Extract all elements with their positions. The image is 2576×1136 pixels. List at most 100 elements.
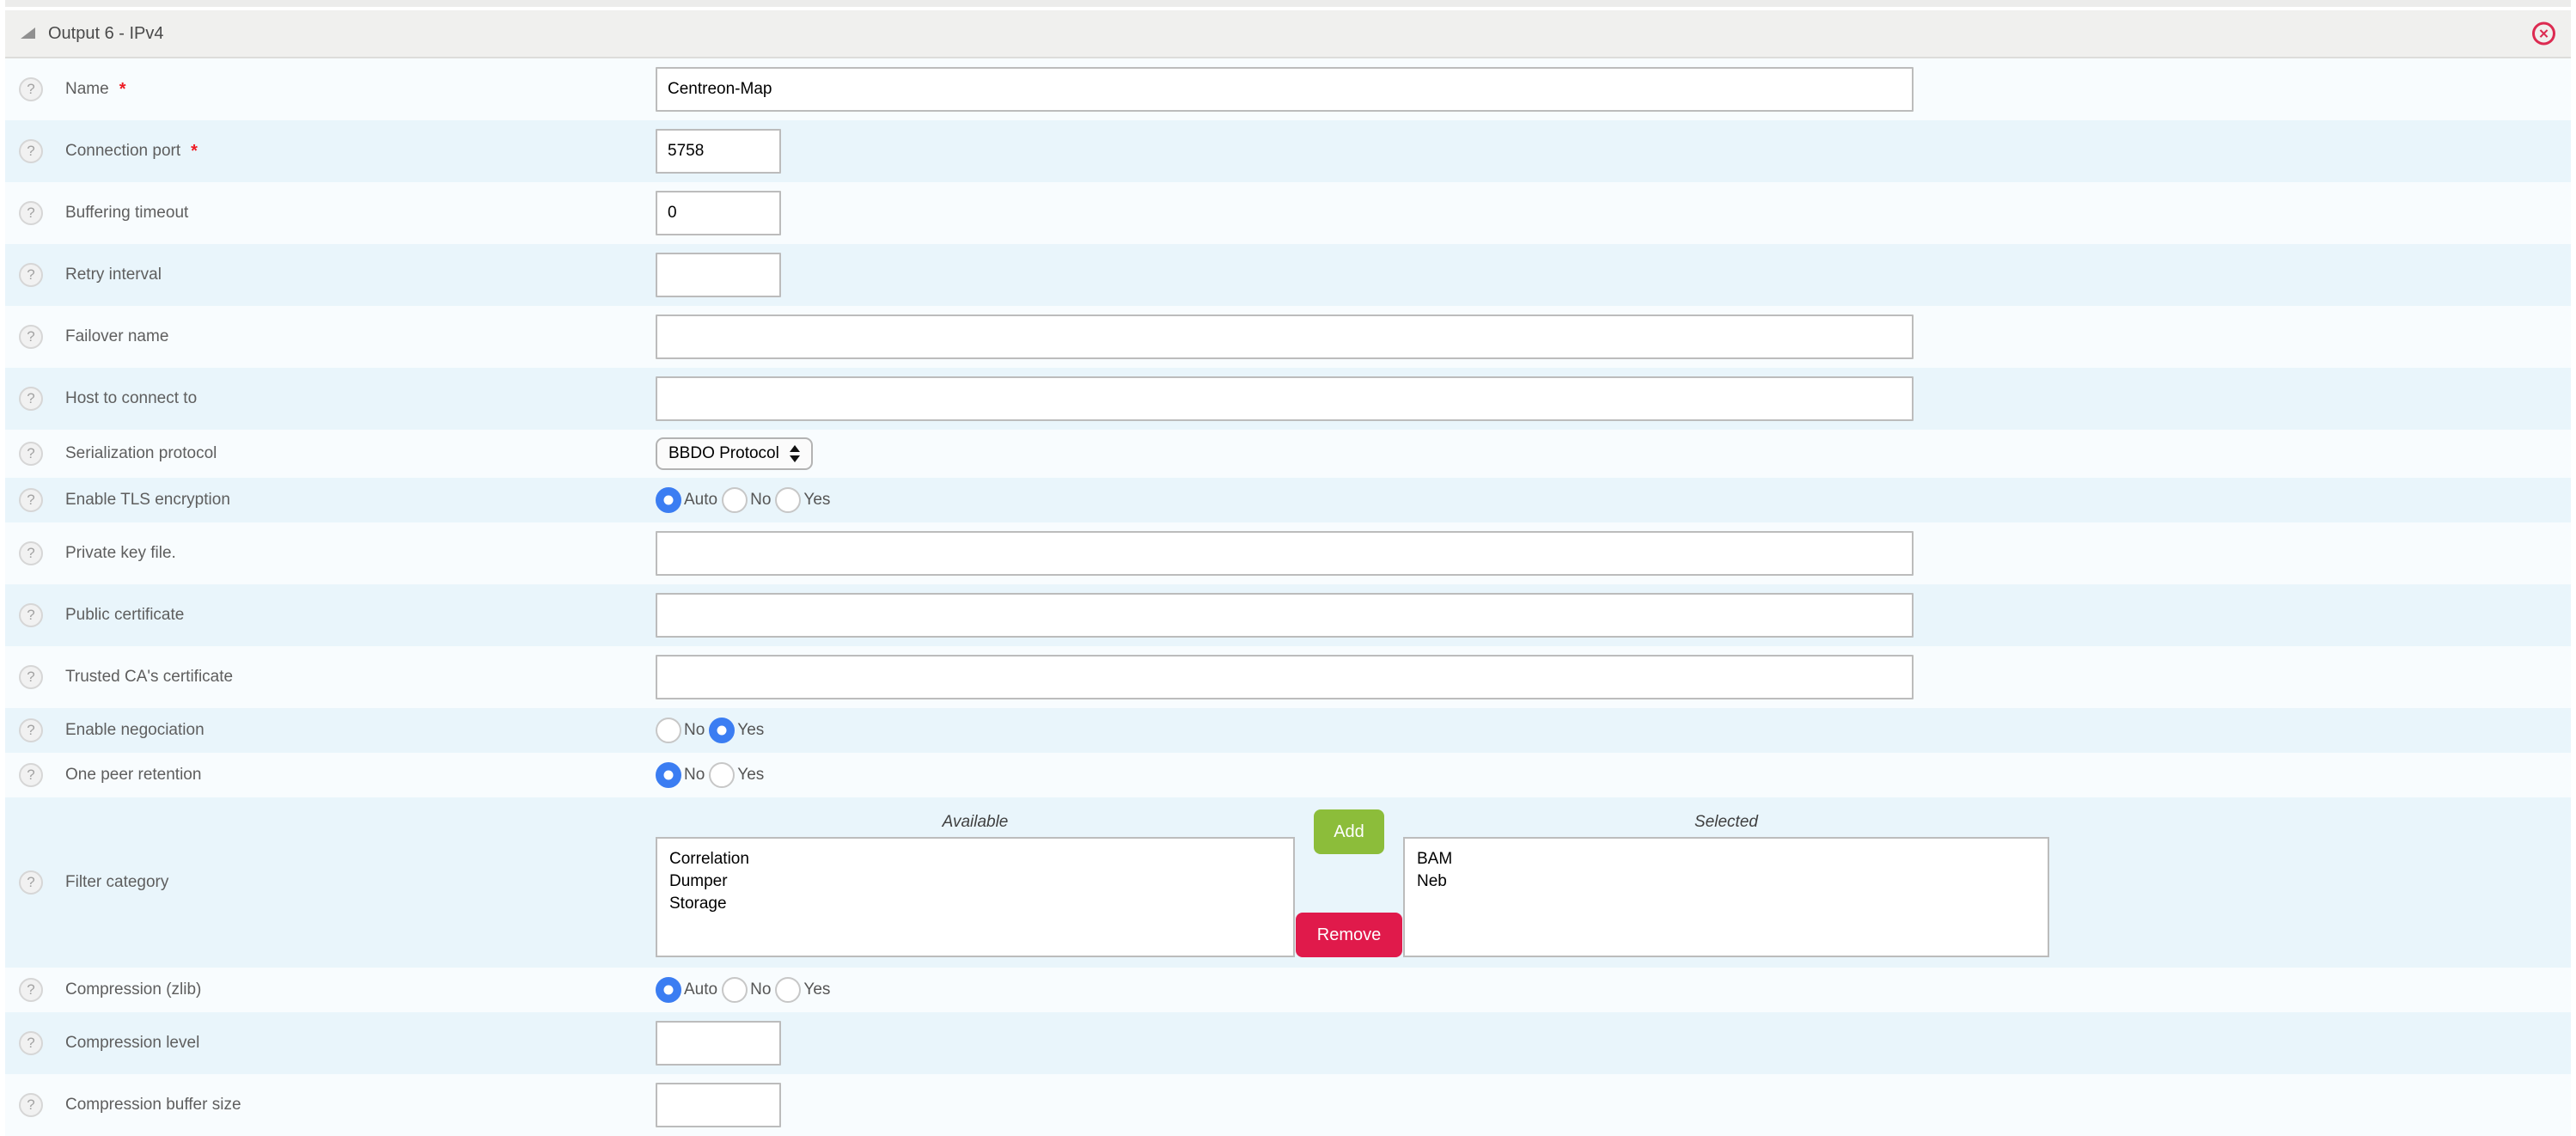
field-label: Failover name (65, 327, 168, 346)
list-item[interactable]: BAM (1405, 848, 2048, 870)
help-icon[interactable]: ? (19, 139, 43, 163)
form-rows: ? Name * ? Connection port * ? Bufferi (5, 58, 2571, 1136)
list-item[interactable]: Storage (657, 893, 1293, 915)
negociation-radio-group: No Yes (656, 718, 768, 743)
help-icon[interactable]: ? (19, 387, 43, 411)
help-icon[interactable]: ? (19, 870, 43, 895)
field-label: Compression level (65, 1034, 199, 1053)
radio-label: Yes (737, 766, 764, 785)
private-key-file-input[interactable] (656, 531, 1914, 576)
compression-level-input[interactable] (656, 1021, 781, 1066)
one-peer-yes-radio[interactable] (709, 762, 735, 788)
row-name: ? Name * (5, 58, 2571, 120)
compression-buffer-size-input[interactable] (656, 1083, 781, 1127)
field-label: Compression (zlib) (65, 980, 201, 999)
trusted-ca-certificate-input[interactable] (656, 655, 1914, 699)
list-item[interactable]: Neb (1405, 870, 2048, 893)
help-icon[interactable]: ? (19, 325, 43, 349)
row-failover-name: ? Failover name (5, 306, 2571, 368)
field-label: Compression buffer size (65, 1096, 241, 1115)
connection-port-input[interactable] (656, 129, 781, 174)
field-label: Host to connect to (65, 389, 197, 408)
row-enable-tls: ? Enable TLS encryption Auto No Yes (5, 478, 2571, 522)
field-label: One peer retention (65, 766, 201, 785)
help-icon[interactable]: ? (19, 488, 43, 512)
host-to-connect-input[interactable] (656, 376, 1914, 421)
field-label: Enable TLS encryption (65, 491, 230, 510)
tls-auto-radio[interactable] (656, 487, 681, 513)
tls-yes-radio[interactable] (775, 487, 801, 513)
field-label: Public certificate (65, 606, 184, 625)
radio-label: No (684, 766, 705, 785)
output-panel: Output 6 - IPv4 ✕ ? Name * ? Connection … (5, 10, 2571, 1136)
help-icon[interactable]: ? (19, 77, 43, 101)
compression-no-radio[interactable] (722, 977, 748, 1003)
row-retry-interval: ? Retry interval (5, 244, 2571, 306)
row-public-certificate: ? Public certificate (5, 584, 2571, 646)
radio-label: No (684, 721, 705, 740)
negociation-yes-radio[interactable] (709, 718, 735, 743)
required-marker: * (119, 80, 126, 100)
help-icon[interactable]: ? (19, 603, 43, 627)
row-one-peer-retention: ? One peer retention No Yes (5, 753, 2571, 797)
one-peer-radio-group: No Yes (656, 762, 768, 788)
row-serialization-protocol: ? Serialization protocol BBDO Protocol (5, 430, 2571, 478)
radio-label: Yes (737, 721, 764, 740)
selected-listbox[interactable]: BAM Neb (1403, 837, 2049, 957)
row-private-key-file: ? Private key file. (5, 522, 2571, 584)
help-icon[interactable]: ? (19, 442, 43, 466)
field-label: Connection port (65, 142, 180, 161)
radio-label: No (750, 491, 771, 510)
failover-name-input[interactable] (656, 315, 1914, 359)
remove-button[interactable]: Remove (1296, 913, 1402, 957)
previous-section-edge (5, 0, 2571, 7)
row-compression-buffer-size: ? Compression buffer size (5, 1074, 2571, 1136)
help-icon[interactable]: ? (19, 201, 43, 225)
compression-radio-group: Auto No Yes (656, 977, 834, 1003)
help-icon[interactable]: ? (19, 1031, 43, 1055)
name-input[interactable] (656, 67, 1914, 112)
collapse-icon[interactable] (21, 27, 35, 39)
section-header-output6[interactable]: Output 6 - IPv4 ✕ (5, 10, 2571, 58)
section-title: Output 6 - IPv4 (48, 24, 164, 44)
radio-label: Auto (684, 491, 717, 510)
help-icon[interactable]: ? (19, 665, 43, 689)
compression-yes-radio[interactable] (775, 977, 801, 1003)
radio-label: Yes (803, 980, 830, 999)
help-icon[interactable]: ? (19, 763, 43, 787)
row-host-to-connect: ? Host to connect to (5, 368, 2571, 430)
tls-no-radio[interactable] (722, 487, 748, 513)
field-label: Name (65, 80, 109, 99)
radio-label: No (750, 980, 771, 999)
buffering-timeout-input[interactable] (656, 191, 781, 235)
list-item[interactable]: Dumper (657, 870, 1293, 893)
row-connection-port: ? Connection port * (5, 120, 2571, 182)
available-list-label: Available (656, 808, 1295, 837)
help-icon[interactable]: ? (19, 541, 43, 565)
selected-list-label: Selected (1403, 808, 2049, 837)
select-value: BBDO Protocol (668, 444, 779, 463)
add-button[interactable]: Add (1314, 809, 1384, 854)
negociation-no-radio[interactable] (656, 718, 681, 743)
required-marker: * (191, 142, 198, 162)
select-arrows-icon (790, 445, 800, 462)
list-item[interactable]: Correlation (657, 848, 1293, 870)
retry-interval-input[interactable] (656, 253, 781, 297)
row-trusted-ca-certificate: ? Trusted CA's certificate (5, 646, 2571, 708)
help-icon[interactable]: ? (19, 263, 43, 287)
row-compression-zlib: ? Compression (zlib) Auto No Yes (5, 968, 2571, 1012)
close-icon[interactable]: ✕ (2532, 22, 2555, 46)
field-label: Buffering timeout (65, 204, 188, 223)
available-listbox[interactable]: Correlation Dumper Storage (656, 837, 1295, 957)
field-label: Filter category (65, 873, 168, 892)
row-compression-level: ? Compression level (5, 1012, 2571, 1074)
public-certificate-input[interactable] (656, 593, 1914, 638)
help-icon[interactable]: ? (19, 978, 43, 1002)
row-buffering-timeout: ? Buffering timeout (5, 182, 2571, 244)
help-icon[interactable]: ? (19, 718, 43, 742)
field-label: Retry interval (65, 266, 162, 284)
tls-radio-group: Auto No Yes (656, 487, 834, 513)
compression-auto-radio[interactable] (656, 977, 681, 1003)
one-peer-no-radio[interactable] (656, 762, 681, 788)
serialization-protocol-select[interactable]: BBDO Protocol (656, 437, 813, 470)
